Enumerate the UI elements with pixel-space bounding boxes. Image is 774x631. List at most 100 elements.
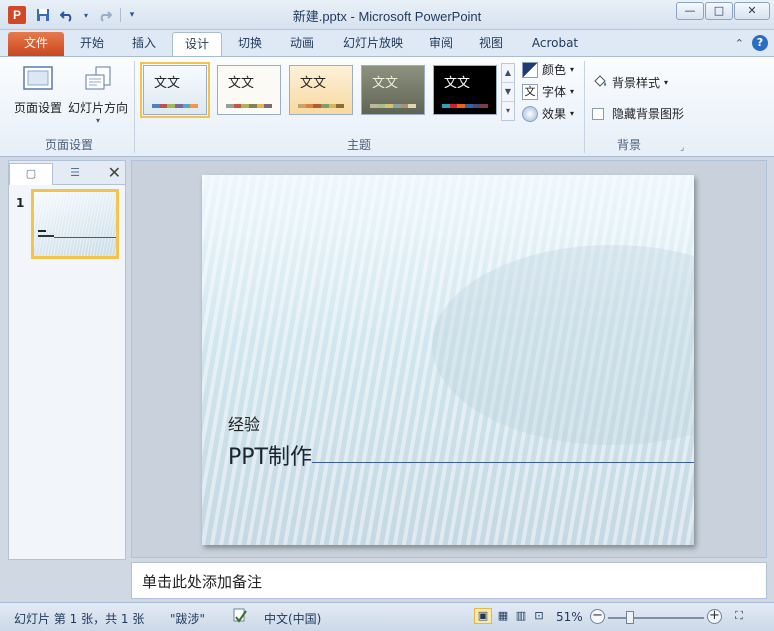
theme-name-status: "跋涉" <box>170 612 206 626</box>
theme-color-bar <box>442 104 489 108</box>
theme-item-4[interactable]: 文文 <box>361 65 425 115</box>
theme-sample-text: 文文 <box>300 76 327 91</box>
theme-color-bar <box>298 104 345 108</box>
thumbnail-title-line <box>38 235 54 237</box>
slides-pane-tabs: ▢ ☰ ✕ <box>9 161 125 185</box>
background-styles-label: 背景样式 <box>612 76 661 90</box>
gallery-scroll-down-icon[interactable]: ▼ <box>502 83 514 102</box>
gallery-more-icon[interactable]: ▾ <box>502 102 514 121</box>
slide-subtitle[interactable]: 经验 <box>228 411 260 435</box>
theme-colors-button[interactable]: 颜色 ▾ <box>522 61 574 78</box>
tab-home[interactable]: 开始 <box>68 32 116 56</box>
notes-input[interactable]: 单击此处添加备注 <box>131 562 767 599</box>
thumbnail-rule <box>54 237 116 238</box>
tab-review[interactable]: 审阅 <box>418 32 464 56</box>
theme-gallery: 文文 文文 文文 文文 文文 <box>139 62 517 121</box>
tab-file[interactable]: 文件 <box>8 32 64 56</box>
outline-tab-icon[interactable]: ☰ <box>53 163 97 185</box>
slide-canvas[interactable]: 经验 PPT制作 <box>202 175 694 545</box>
page-setup-group-label: 页面设置 <box>44 138 93 152</box>
zoom-slider[interactable] <box>608 617 704 619</box>
help-icon[interactable]: ? <box>752 35 768 51</box>
slide-editor: 经验 PPT制作 <box>131 160 767 558</box>
theme-effects-label: 效果 <box>542 107 567 121</box>
gallery-scroll-up-icon[interactable]: ▲ <box>502 64 514 83</box>
slide-sorter-view-icon[interactable]: ▦ <box>494 608 512 624</box>
theme-sample-text: 文文 <box>444 76 471 91</box>
ribbon-right-controls: ⌃ ? <box>735 35 768 51</box>
dialog-launcher-icon[interactable]: ⌟ <box>680 143 684 153</box>
tab-acrobat[interactable]: Acrobat <box>520 32 590 56</box>
theme-item-office[interactable]: 文文 <box>140 62 210 118</box>
theme-color-bar <box>226 104 273 108</box>
tab-insert[interactable]: 插入 <box>120 32 168 56</box>
close-button[interactable]: ✕ <box>734 2 770 20</box>
close-pane-icon[interactable]: ✕ <box>108 163 121 182</box>
tab-design[interactable]: 设计 <box>172 32 222 57</box>
theme-sample-text: 文文 <box>154 76 181 91</box>
themes-group-label: 主题 <box>346 138 371 152</box>
theme-gallery-scroll: ▲ ▼ ▾ <box>501 63 515 121</box>
page-setup-button[interactable]: 页面设置 <box>10 61 66 116</box>
page-setup-icon <box>22 65 54 93</box>
fit-to-window-icon[interactable]: ⛶ <box>730 608 748 624</box>
zoom-level[interactable]: 51% <box>556 610 583 624</box>
tab-slideshow[interactable]: 幻灯片放映 <box>330 32 416 56</box>
hide-background-graphics-checkbox[interactable]: 隐藏背景图形 <box>592 105 684 122</box>
theme-color-bar <box>152 104 199 108</box>
language-status[interactable]: 中文(中国) <box>264 610 321 627</box>
tab-animations[interactable]: 动画 <box>278 32 326 56</box>
hide-background-graphics-label: 隐藏背景图形 <box>612 107 685 121</box>
zoom-in-icon[interactable]: + <box>707 609 722 624</box>
spell-check-icon[interactable] <box>232 607 248 628</box>
theme-color-bar <box>370 104 417 108</box>
fonts-icon: 文 <box>522 83 538 100</box>
theme-colors-label: 颜色 <box>542 63 567 77</box>
title-bar: P ▾ ▾ 新建.pptx - Microsoft PowerPoint — □… <box>0 0 774 30</box>
theme-item-2[interactable]: 文文 <box>217 65 281 115</box>
window-controls: — □ ✕ <box>676 2 770 20</box>
slides-pane: ▢ ☰ ✕ 1 <box>8 160 126 560</box>
page-setup-label: 页面设置 <box>13 101 62 115</box>
chevron-down-icon: ▾ <box>570 65 575 74</box>
window-title: 新建.pptx - Microsoft PowerPoint <box>292 9 482 24</box>
normal-view-icon[interactable]: ▣ <box>474 608 492 624</box>
ribbon-tabs: 文件 开始 插入 设计 切换 动画 幻灯片放映 审阅 视图 Acrobat ⌃ … <box>0 30 774 57</box>
group-separator <box>584 61 585 153</box>
reading-view-icon[interactable]: ▥ <box>512 608 530 624</box>
slide-title[interactable]: PPT制作 <box>228 439 312 471</box>
background-group-label: 背景 <box>616 138 641 152</box>
slides-tab-icon[interactable]: ▢ <box>9 163 53 185</box>
background-styles-button[interactable]: 背景样式 ▾ <box>592 73 668 92</box>
minimize-ribbon-icon[interactable]: ⌃ <box>735 37 744 50</box>
slideshow-view-icon[interactable]: ⊡ <box>530 608 548 624</box>
zoom-out-icon[interactable]: − <box>590 609 605 624</box>
zoom-slider-thumb[interactable] <box>626 611 634 624</box>
slide-orientation-dropdown-icon: ▾ <box>95 116 100 125</box>
chevron-down-icon: ▾ <box>664 78 669 87</box>
colors-icon <box>522 61 538 78</box>
restore-button[interactable]: □ <box>705 2 733 20</box>
slide-count-status: 幻灯片 第 1 张，共 1 张 <box>14 612 145 626</box>
slide-thumbnail[interactable] <box>31 189 119 259</box>
slide-orientation-icon <box>82 65 114 93</box>
minimize-button[interactable]: — <box>676 2 704 20</box>
checkbox-icon <box>592 107 604 120</box>
paint-bucket-icon <box>592 73 608 92</box>
status-bar: 幻灯片 第 1 张，共 1 张 "跋涉" 中文(中国) ▣ ▦ ▥ ⊡ 51% … <box>0 602 774 631</box>
slide-thumbnail-number: 1 <box>16 196 25 210</box>
theme-item-3[interactable]: 文文 <box>289 65 353 115</box>
effects-icon <box>522 105 538 122</box>
theme-item-5[interactable]: 文文 <box>433 65 497 115</box>
theme-fonts-button[interactable]: 文 字体 ▾ <box>522 83 574 100</box>
theme-sample-text: 文文 <box>372 76 399 91</box>
thumbnail-title-line <box>38 230 46 232</box>
tab-view[interactable]: 视图 <box>468 32 514 56</box>
tab-transitions[interactable]: 切换 <box>226 32 274 56</box>
theme-effects-button[interactable]: 效果 ▾ <box>522 105 574 122</box>
ribbon: 页面设置 幻灯片方向 ▾ 页面设置 文文 文文 文文 文文 文文 ▲ ▼ ▾ 颜… <box>0 56 774 157</box>
slide-orientation-label: 幻灯片方向 <box>67 101 128 115</box>
slide-orientation-button[interactable]: 幻灯片方向 ▾ <box>66 61 130 125</box>
chevron-down-icon: ▾ <box>570 87 575 96</box>
chevron-down-icon: ▾ <box>570 109 575 118</box>
